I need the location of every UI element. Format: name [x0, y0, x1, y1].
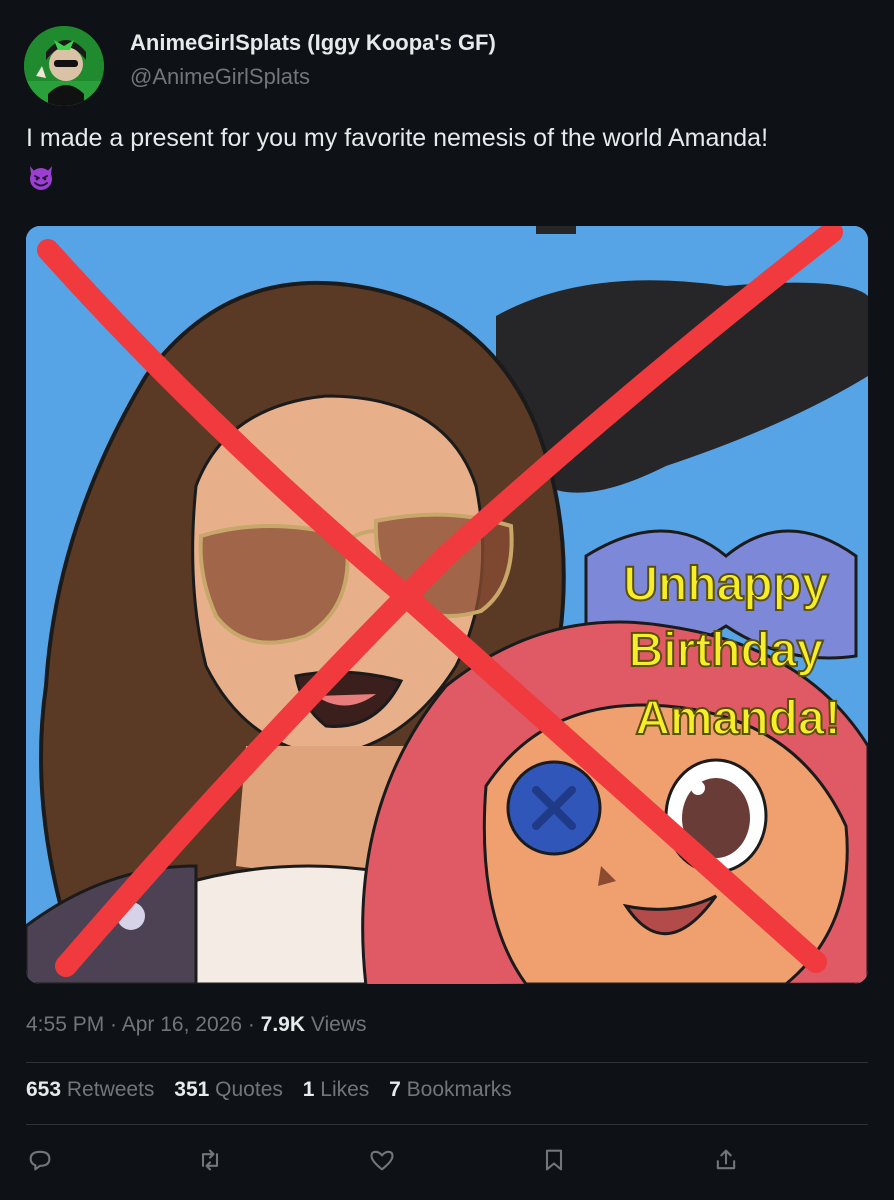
author-avatar[interactable]: [24, 26, 104, 106]
like-icon: [370, 1150, 394, 1171]
smiling-face-with-horns-icon: [30, 166, 52, 190]
action-bar: [0, 1146, 894, 1174]
meta-separator: ·: [104, 1013, 122, 1036]
birthday-artwork: Unhappy Birthday Amanda!: [26, 226, 868, 984]
likes-label: Likes: [320, 1078, 370, 1101]
share-icon: [716, 1149, 736, 1170]
tweet-body: I made a present for you my favorite nem…: [26, 124, 769, 152]
bookmark-button[interactable]: [540, 1146, 568, 1174]
likes-count: 1: [302, 1078, 315, 1101]
media-caption: Unhappy Birthday Amanda!: [622, 557, 841, 746]
views-count: 7.9K: [260, 1013, 306, 1036]
caption-line-3: Amanda!: [635, 692, 840, 745]
retweet-icon: [201, 1149, 219, 1171]
views-label: Views: [310, 1013, 367, 1036]
like-button[interactable]: [368, 1146, 396, 1174]
tweet-stats: 653 Retweets 351 Quotes 1 Likes 7 Bookma…: [26, 1078, 526, 1102]
author-handle[interactable]: @AnimeGirlSplats: [130, 64, 310, 90]
tweet-time[interactable]: 4:55 PM: [26, 1013, 104, 1036]
caption-line-1: Unhappy: [623, 558, 829, 611]
bookmarks-stat[interactable]: 7 Bookmarks: [389, 1078, 512, 1101]
reply-button[interactable]: [26, 1146, 54, 1174]
tweet-meta: 4:55 PM · Apr 16, 2026 · 7.9K Views: [26, 1013, 367, 1037]
tweet-media-image[interactable]: Unhappy Birthday Amanda!: [26, 226, 868, 984]
divider: [26, 1062, 868, 1063]
share-button[interactable]: [712, 1146, 740, 1174]
meta-separator: ·: [242, 1013, 261, 1036]
caption-line-2: Birthday: [629, 624, 824, 677]
quotes-stat[interactable]: 351 Quotes: [174, 1078, 283, 1101]
bookmark-icon: [545, 1149, 563, 1171]
retweets-label: Retweets: [66, 1078, 155, 1101]
retweets-stat[interactable]: 653 Retweets: [26, 1078, 154, 1101]
bookmarks-label: Bookmarks: [406, 1078, 512, 1101]
quotes-count: 351: [174, 1078, 210, 1101]
quotes-label: Quotes: [215, 1078, 283, 1101]
retweets-count: 653: [26, 1078, 62, 1101]
retweet-button[interactable]: [196, 1146, 224, 1174]
tweet-date[interactable]: Apr 16, 2026: [122, 1013, 242, 1036]
divider: [26, 1124, 868, 1125]
tweet-text: I made a present for you my favorite nem…: [26, 120, 876, 192]
avatar-image: [24, 26, 104, 106]
bookmarks-count: 7: [389, 1078, 401, 1101]
reply-icon: [29, 1150, 51, 1171]
author-display-name[interactable]: AnimeGirlSplats (Iggy Koopa's GF): [130, 30, 496, 56]
likes-stat[interactable]: 1 Likes: [303, 1078, 370, 1101]
